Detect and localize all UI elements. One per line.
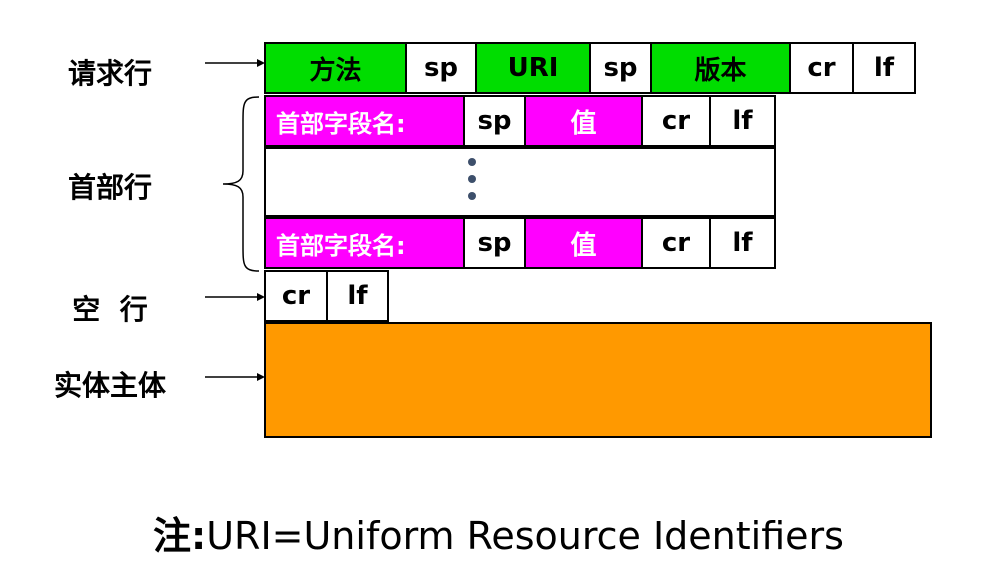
header-value: 值	[526, 97, 643, 145]
uri-field: URI	[477, 44, 591, 92]
header-brace-icon	[222, 96, 260, 272]
cr-field: cr	[266, 272, 328, 320]
vertical-ellipsis-icon	[468, 158, 476, 200]
footnote: 注:URI=Uniform Resource Identifiers	[0, 505, 997, 560]
blank-line: cr lf	[264, 270, 389, 322]
header-field-name: 首部字段名:	[266, 97, 465, 145]
request-line-label: 请求行	[67, 57, 152, 90]
header-line: 首部字段名: sp 值 cr lf	[264, 95, 776, 147]
lf-field: lf	[873, 53, 895, 83]
entity-body-box	[264, 322, 932, 438]
lf-field: lf	[347, 281, 368, 311]
cr-field: cr	[643, 97, 711, 145]
header-lines-label: 首部行	[67, 171, 152, 204]
cr-field: cr	[643, 219, 711, 267]
entity-body-arrow	[205, 373, 265, 381]
sp-field: sp	[407, 44, 477, 92]
blank-line-arrow	[205, 293, 265, 301]
header-field-name: 首部字段名:	[266, 219, 465, 267]
sp-field: sp	[591, 44, 652, 92]
note-prefix: 注:	[153, 514, 207, 558]
method-field: 方法	[266, 44, 407, 92]
blank-line-label: 空 行	[72, 293, 148, 326]
version-field: 版本	[652, 44, 791, 92]
request-line: 方法 sp URI sp 版本 cr lf	[264, 42, 916, 94]
header-line: 首部字段名: sp 值 cr lf	[264, 217, 776, 269]
sp-field: sp	[465, 219, 526, 267]
cr-field: cr	[791, 44, 854, 92]
lf-field: lf	[732, 228, 753, 258]
header-value: 值	[526, 219, 643, 267]
lf-field: lf	[732, 106, 753, 136]
request-line-arrow	[205, 59, 265, 67]
header-lines-ellipsis-box	[264, 147, 776, 217]
entity-body-label: 实体主体	[53, 369, 166, 402]
sp-field: sp	[465, 97, 526, 145]
note-text: URI=Uniform Resource Identifiers	[206, 514, 844, 558]
